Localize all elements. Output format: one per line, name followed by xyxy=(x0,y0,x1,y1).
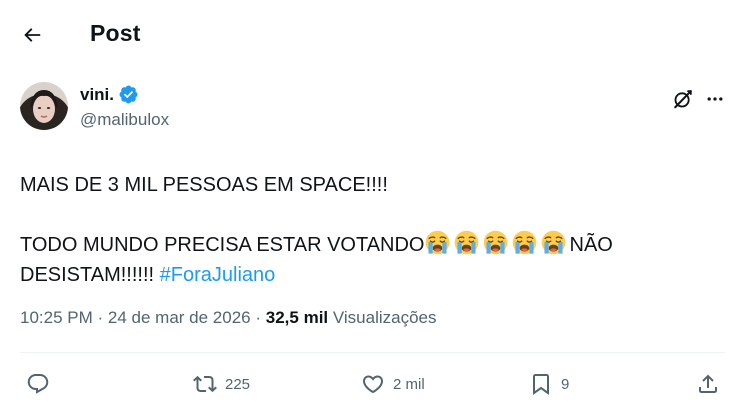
meta-separator: · xyxy=(97,308,104,327)
reply-button[interactable] xyxy=(26,366,58,402)
user-handle[interactable]: @malibulox xyxy=(80,110,169,130)
share-icon xyxy=(699,374,717,393)
display-name[interactable]: vini. xyxy=(80,85,114,105)
post-meta: 10:25 PM · 24 de mar de 2026 · 32,5 mil … xyxy=(20,308,437,328)
post-text-line: TODO MUNDO PRECISA ESTAR VOTANDO NÃO xyxy=(20,230,720,260)
loudly-crying-face-icon xyxy=(541,230,565,255)
repost-count: 225 xyxy=(225,375,251,393)
like-count: 2 mil xyxy=(393,375,425,393)
arrow-left-icon xyxy=(24,28,41,42)
repost-button[interactable]: 225 xyxy=(193,366,250,402)
paragraph-break xyxy=(20,200,720,230)
post-text-line: DESISTAM!!!!!! #ForaJuliano xyxy=(20,260,720,290)
avatar-image xyxy=(20,82,68,130)
post-date[interactable]: 24 de mar de 2026 xyxy=(108,308,251,327)
loudly-crying-face-icon xyxy=(483,230,507,255)
page-title: Post xyxy=(90,20,141,46)
post-text-segment: DESISTAM!!!!!! xyxy=(20,264,155,286)
loudly-crying-face-icon xyxy=(512,230,536,255)
post-actions: 225 2 mil 9 xyxy=(0,366,745,402)
like-button[interactable]: 2 mil xyxy=(361,366,425,402)
bookmark-count: 9 xyxy=(561,375,570,393)
repost-icon xyxy=(193,375,217,393)
grok-button[interactable] xyxy=(668,84,698,114)
post-header: Post xyxy=(0,0,745,68)
bookmark-button[interactable]: 9 xyxy=(529,366,569,402)
post-text-segment: NÃO xyxy=(569,234,613,256)
back-button[interactable] xyxy=(14,17,50,53)
avatar[interactable] xyxy=(20,82,68,130)
grok-icon xyxy=(674,90,692,109)
reply-icon xyxy=(27,374,49,394)
share-button[interactable] xyxy=(696,366,720,402)
post-text-line: MAIS DE 3 MIL PESSOAS EM SPACE!!!! xyxy=(20,174,388,196)
post-text-segment: TODO MUNDO PRECISA ESTAR VOTANDO xyxy=(20,234,425,256)
loudly-crying-face-icon xyxy=(425,230,449,255)
divider xyxy=(20,352,725,353)
loudly-crying-face-icon xyxy=(454,230,478,255)
post-author: vini. @malibulox xyxy=(20,82,725,134)
meta-separator: · xyxy=(255,308,262,327)
hashtag-link[interactable]: #ForaJuliano xyxy=(160,264,276,286)
more-options-button[interactable] xyxy=(700,84,730,114)
post-time[interactable]: 10:25 PM xyxy=(20,308,93,327)
display-name-row: vini. xyxy=(80,84,139,105)
views-count: 32,5 mil xyxy=(265,308,329,327)
bookmark-icon xyxy=(533,374,549,395)
emoji-group xyxy=(425,230,570,256)
more-horizontal-icon xyxy=(707,97,723,101)
views-label: Visualizações xyxy=(332,308,437,327)
verified-badge-icon xyxy=(119,85,138,104)
post-text: MAIS DE 3 MIL PESSOAS EM SPACE!!!! TODO … xyxy=(20,170,720,290)
heart-icon xyxy=(362,375,384,394)
